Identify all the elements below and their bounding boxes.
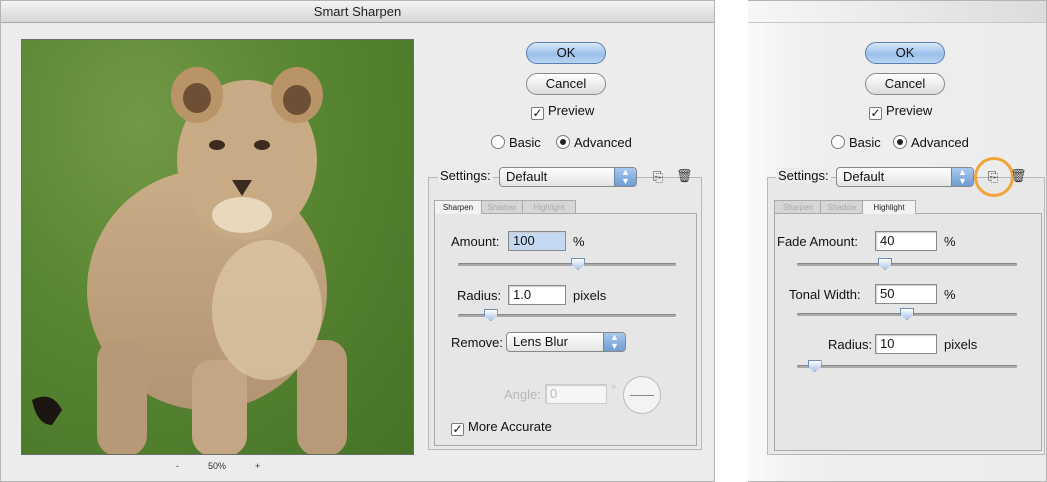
radius-label: Radius:	[457, 288, 502, 303]
fade-amount-label: Fade Amount:	[777, 234, 858, 249]
radius-slider[interactable]	[797, 360, 1017, 372]
preview-label: Preview	[886, 103, 933, 118]
smart-sharpen-dialog-highlight: OK Cancel ✓ Preview Basic Advanced Settin…	[748, 0, 1047, 482]
radio-icon	[831, 135, 845, 149]
remove-label: Remove:	[451, 335, 504, 350]
basic-label: Basic	[509, 135, 541, 150]
advanced-radio[interactable]: Advanced	[893, 135, 969, 150]
tab-sharpen[interactable]: Sharpen	[774, 200, 822, 214]
amount-unit: %	[573, 234, 585, 249]
preview-checkbox[interactable]: ✓ Preview	[531, 103, 594, 120]
tonal-width-unit: %	[944, 287, 956, 302]
tab-sharpen[interactable]: Sharpen	[434, 200, 482, 214]
amount-label: Amount:	[451, 234, 500, 249]
remove-dropdown[interactable]: Lens Blur ▲ ▼	[506, 332, 626, 352]
preview-image[interactable]	[21, 39, 414, 455]
settings-label: Settings:	[438, 168, 493, 183]
checkmark-icon: ✓	[869, 106, 882, 120]
radio-icon	[491, 135, 505, 149]
amount-slider[interactable]	[458, 258, 676, 270]
preview-checkbox[interactable]: ✓ Preview	[869, 103, 932, 120]
radius-unit: pixels	[944, 337, 978, 352]
ok-button[interactable]: OK	[865, 42, 945, 64]
settings-value: Default	[506, 169, 548, 184]
radio-selected-icon	[556, 135, 570, 149]
tab-highlight[interactable]: Highlight	[522, 200, 576, 214]
dialog-title: Smart Sharpen	[1, 1, 714, 23]
dropdown-arrow-icon: ▲ ▼	[951, 168, 973, 186]
zoom-out-button[interactable]: -	[176, 461, 179, 471]
tab-bar: Sharpen Shadow Highlight	[434, 200, 694, 214]
tonal-width-slider[interactable]	[797, 308, 1017, 320]
settings-dropdown[interactable]: Default ▲ ▼	[499, 167, 637, 187]
tab-bar: Sharpen Shadow Highlight	[774, 200, 1034, 214]
save-settings-icon[interactable]: ⎘	[653, 169, 663, 185]
dropdown-arrow-icon: ▲ ▼	[603, 333, 625, 351]
tab-highlight[interactable]: Highlight	[862, 200, 916, 214]
dialog-titlebar	[748, 1, 1046, 23]
basic-radio[interactable]: Basic	[491, 135, 541, 150]
radio-selected-icon	[893, 135, 907, 149]
cancel-button[interactable]: Cancel	[526, 73, 606, 95]
amount-field[interactable]: 100	[508, 231, 566, 251]
cancel-button[interactable]: Cancel	[865, 73, 945, 95]
settings-dropdown[interactable]: Default ▲ ▼	[836, 167, 974, 187]
trash-icon[interactable]: 🗑	[676, 168, 693, 184]
zoom-level: 50%	[208, 461, 227, 471]
checkmark-icon: ✓	[531, 106, 544, 120]
save-settings-icon[interactable]: ⎘	[988, 169, 998, 185]
dropdown-arrow-icon: ▲ ▼	[614, 168, 636, 186]
angle-field: 0	[545, 384, 607, 404]
advanced-radio[interactable]: Advanced	[556, 135, 632, 150]
fade-amount-slider[interactable]	[797, 258, 1017, 270]
lion-cub-image	[22, 40, 413, 454]
settings-label: Settings:	[776, 168, 831, 183]
radius-field[interactable]: 10	[875, 334, 937, 354]
more-accurate-checkbox[interactable]: ✓ More Accurate	[451, 419, 552, 436]
advanced-label: Advanced	[574, 135, 632, 150]
angle-label: Angle:	[504, 387, 541, 402]
radius-field[interactable]: 1.0	[508, 285, 566, 305]
radius-slider[interactable]	[458, 309, 676, 321]
smart-sharpen-dialog: Smart Sharpen - 50% + OK Cancel ✓ Previe…	[0, 0, 715, 482]
preview-label: Preview	[548, 103, 595, 118]
basic-label: Basic	[849, 135, 881, 150]
basic-radio[interactable]: Basic	[831, 135, 881, 150]
advanced-label: Advanced	[911, 135, 969, 150]
radius-unit: pixels	[573, 288, 607, 303]
tab-shadow[interactable]: Shadow	[820, 200, 864, 214]
remove-value: Lens Blur	[513, 334, 568, 349]
tab-shadow[interactable]: Shadow	[480, 200, 524, 214]
radius-label: Radius:	[828, 337, 873, 352]
checkmark-icon: ✓	[451, 422, 464, 436]
trash-icon[interactable]: 🗑	[1010, 168, 1027, 184]
fade-amount-unit: %	[944, 234, 956, 249]
fade-amount-field[interactable]: 40	[875, 231, 937, 251]
tonal-width-label: Tonal Width:	[789, 287, 861, 302]
settings-value: Default	[843, 169, 885, 184]
ok-button[interactable]: OK	[526, 42, 606, 64]
more-accurate-label: More Accurate	[468, 419, 552, 434]
angle-dial	[623, 376, 661, 414]
zoom-in-button[interactable]: +	[255, 461, 260, 471]
tonal-width-field[interactable]: 50	[875, 284, 937, 304]
angle-unit: °	[611, 382, 617, 397]
